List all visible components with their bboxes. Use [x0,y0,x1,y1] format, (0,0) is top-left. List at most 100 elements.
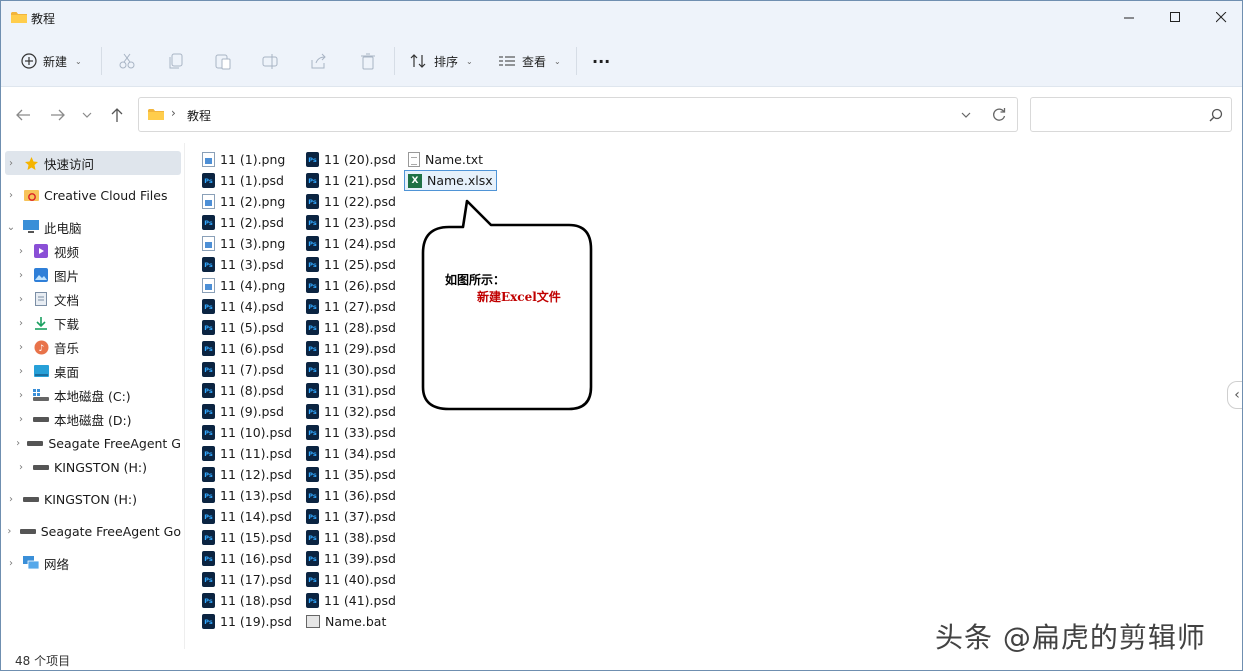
sidebar-item-drive-d[interactable]: › 本地磁盘 (D:) [15,407,181,431]
file-item[interactable]: Ps 11 (38).psd [306,527,396,548]
rename-button[interactable] [262,35,280,87]
sidebar-item-seagate-root[interactable]: › Seagate FreeAgent Go [5,519,181,543]
file-item[interactable]: Ps 11 (8).psd [202,380,284,401]
maximize-button[interactable] [1152,1,1198,33]
file-item[interactable]: Ps 11 (23).psd [306,212,396,233]
chevron-right-icon[interactable]: › [15,246,27,257]
sidebar-item-pictures[interactable]: › 图片 [15,263,181,287]
chevron-right-icon[interactable]: › [15,366,27,377]
file-item[interactable]: Ps 11 (40).psd [306,569,396,590]
file-item[interactable]: Ps 11 (41).psd [306,590,396,611]
breadcrumb-separator[interactable]: › [171,106,176,120]
file-item[interactable]: Ps 11 (12).psd [202,464,292,485]
sidebar-item-music[interactable]: › ♪ 音乐 [15,335,181,359]
file-item[interactable]: 11 (3).png [202,233,285,254]
sidebar-item-quick-access[interactable]: › 快速访问 [5,151,181,175]
file-item[interactable]: Name.txt [408,149,483,170]
file-item[interactable]: Ps 11 (4).psd [202,296,284,317]
cut-button[interactable] [118,35,136,87]
chevron-right-icon[interactable]: › [15,318,27,329]
close-button[interactable] [1198,1,1242,33]
chevron-right-icon[interactable]: › [5,158,17,169]
chevron-right-icon[interactable]: › [15,438,21,449]
file-item[interactable]: Ps 11 (11).psd [202,443,292,464]
file-item[interactable]: Ps 11 (30).psd [306,359,396,380]
file-item[interactable]: Ps 11 (29).psd [306,338,396,359]
file-item[interactable]: Ps 11 (22).psd [306,191,396,212]
file-item[interactable]: 11 (1).png [202,149,285,170]
minimize-button[interactable] [1106,1,1152,33]
new-button[interactable]: 新建 ⌄ [21,35,82,87]
file-item[interactable]: Ps 11 (1).psd [202,170,284,191]
file-item[interactable]: Ps 11 (31).psd [306,380,396,401]
chevron-right-icon[interactable]: › [5,526,14,537]
paste-button[interactable] [214,35,232,87]
sidebar-item-seagate[interactable]: › Seagate FreeAgent G [15,431,181,455]
file-item[interactable]: Ps 11 (39).psd [306,548,396,569]
sidebar-item-documents[interactable]: › 文档 [15,287,181,311]
sidebar-item-videos[interactable]: › 视频 [15,239,181,263]
chevron-right-icon[interactable]: › [15,342,27,353]
file-item[interactable]: Ps 11 (24).psd [306,233,396,254]
copy-button[interactable] [167,35,185,87]
file-item[interactable]: Ps 11 (37).psd [306,506,396,527]
file-item[interactable]: Ps 11 (20).psd [306,149,396,170]
chevron-down-icon[interactable]: ⌄ [5,222,17,233]
file-item[interactable]: Ps 11 (19).psd [202,611,292,632]
sidebar-item-downloads[interactable]: › 下载 [15,311,181,335]
share-button[interactable] [310,35,328,87]
more-button[interactable]: ··· [592,35,610,87]
file-item[interactable]: Ps 11 (2).psd [202,212,284,233]
file-item[interactable]: Ps 11 (9).psd [202,401,284,422]
sidebar-item-drive-c[interactable]: › 本地磁盘 (C:) [15,383,181,407]
file-item[interactable]: 11 (2).png [202,191,285,212]
refresh-icon[interactable] [992,107,1006,121]
forward-button[interactable] [46,103,70,127]
chevron-right-icon[interactable]: › [5,190,17,201]
chevron-right-icon[interactable]: › [5,558,17,569]
sort-button[interactable]: 排序 ⌄ [410,35,473,87]
chevron-right-icon[interactable]: › [15,462,27,473]
chevron-right-icon[interactable]: › [5,494,17,505]
file-item[interactable]: Ps 11 (5).psd [202,317,284,338]
file-item[interactable]: Ps 11 (27).psd [306,296,396,317]
file-item[interactable]: Ps 11 (6).psd [202,338,284,359]
chevron-right-icon[interactable]: › [15,294,27,305]
file-item[interactable]: Ps 11 (26).psd [306,275,396,296]
file-item[interactable]: Ps 11 (3).psd [202,254,284,275]
details-pane-toggle[interactable]: ‹ [1227,381,1242,409]
file-item[interactable]: Ps 11 (17).psd [202,569,292,590]
file-item[interactable]: Ps 11 (10).psd [202,422,292,443]
sidebar-item-kingston[interactable]: › KINGSTON (H:) [15,455,181,479]
search-icon[interactable] [1209,108,1223,122]
back-button[interactable] [11,103,35,127]
view-button[interactable]: 查看 ⌄ [498,35,561,87]
file-item[interactable]: Ps 11 (18).psd [202,590,292,611]
chevron-right-icon[interactable]: › [15,414,27,425]
chevron-right-icon[interactable]: › [15,270,27,281]
sidebar-item-kingston-root[interactable]: › KINGSTON (H:) [5,487,181,511]
file-item[interactable]: Name.bat [306,611,386,632]
file-item[interactable]: Ps 11 (28).psd [306,317,396,338]
file-item[interactable]: Ps 11 (34).psd [306,443,396,464]
delete-button[interactable] [359,35,377,87]
file-item[interactable]: Ps 11 (21).psd [306,170,396,191]
file-item[interactable]: 11 (4).png [202,275,285,296]
file-item[interactable]: Ps 11 (15).psd [202,527,292,548]
search-input[interactable] [1037,104,1197,124]
file-item[interactable]: Ps 11 (7).psd [202,359,284,380]
title-bar[interactable]: 教程 [1,1,1242,35]
sidebar-item-this-pc[interactable]: ⌄ 此电脑 [5,215,181,239]
sidebar-item-creative-cloud[interactable]: › Creative Cloud Files [5,183,181,207]
file-item[interactable]: Ps 11 (36).psd [306,485,396,506]
sidebar-item-network[interactable]: › 网络 [5,551,181,575]
breadcrumb-item[interactable]: 教程 [187,107,211,124]
up-button[interactable] [105,103,129,127]
sidebar-item-desktop[interactable]: › 桌面 [15,359,181,383]
file-item[interactable]: Ps 11 (35).psd [306,464,396,485]
chevron-down-icon[interactable] [961,111,971,119]
file-item[interactable]: Ps 11 (14).psd [202,506,292,527]
file-item[interactable]: Ps 11 (16).psd [202,548,292,569]
file-item[interactable]: Ps 11 (25).psd [306,254,396,275]
address-bar[interactable]: › 教程 [138,97,1018,132]
